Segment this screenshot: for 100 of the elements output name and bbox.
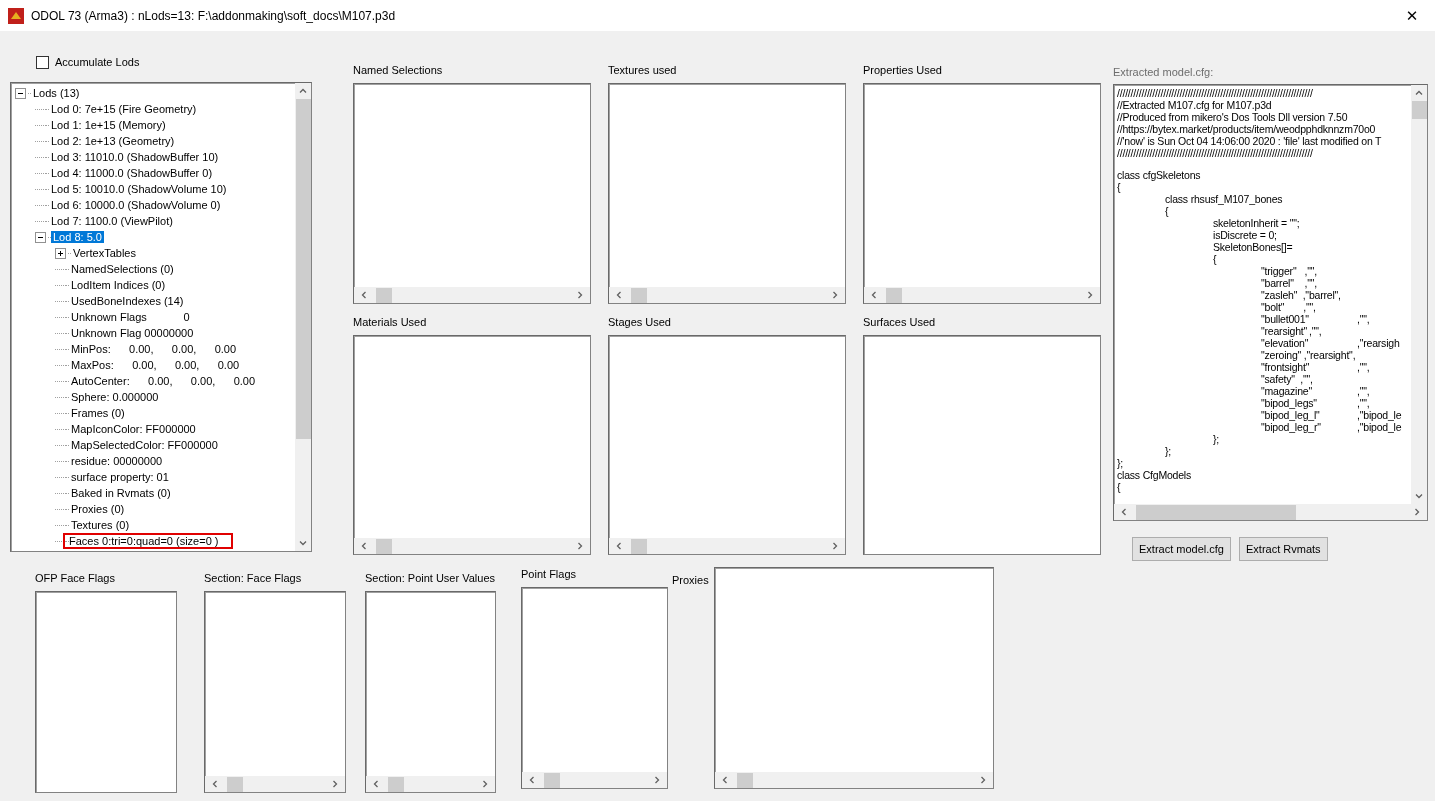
text-area[interactable] — [1113, 84, 1428, 521]
list-label: Named Selections — [353, 63, 444, 78]
tree-item[interactable]: Lod 6: 10000.0 (ShadowVolume 0) — [49, 199, 223, 211]
list-box[interactable] — [521, 587, 668, 789]
tree-item[interactable]: Lod 4: 11000.0 (ShadowBuffer 0) — [49, 167, 215, 179]
tree-item[interactable]: UsedBoneIndexes (14) — [69, 295, 186, 307]
code-line: "magazine" ,"", — [1260, 385, 1371, 398]
list-box[interactable] — [608, 335, 846, 555]
list-label: Surfaces Used — [863, 315, 937, 330]
code-line: "trigger" ,"", — [1260, 265, 1319, 278]
tree-item[interactable]: Sphere: 0.000000 — [69, 391, 161, 403]
list-label: OFP Face Flags — [35, 571, 116, 586]
tree-item[interactable]: LodItem Indices (0) — [69, 279, 168, 291]
tree-view[interactable] — [10, 82, 312, 552]
code-line: "zeroing" ,"rearsight", — [1260, 349, 1357, 362]
scrollbar-thumb[interactable] — [376, 538, 392, 554]
code-line: //Produced from mikero's Dos Tools Dll version 7.50 — [1117, 111, 1349, 124]
scrollbar-thumb[interactable] — [376, 287, 392, 303]
list-box[interactable] — [204, 591, 346, 793]
code-line: SkeletonBones[]= — [1212, 241, 1294, 254]
tree-item[interactable]: MapSelectedColor: FF000000 — [69, 439, 220, 451]
tree-item[interactable]: Unknown Flag 00000000 — [69, 327, 196, 339]
tree-item[interactable]: Lod 1: 1e+15 (Memory) — [49, 119, 168, 131]
close-button[interactable]: ✕ — [1389, 0, 1435, 31]
tree-item[interactable]: MapIconColor: FF000000 — [69, 423, 198, 435]
list-box[interactable] — [713, 567, 994, 789]
code-line: isDiscrete = 0; — [1212, 229, 1278, 242]
code-line: "elevation" ,"rearsigh — [1260, 337, 1401, 350]
code-line: class cfgSkeletons — [1117, 169, 1202, 182]
tree-item[interactable]: Lod 3: 11010.0 (ShadowBuffer 10) — [49, 151, 221, 163]
code-line: "bipod_leg_r" ,"bipod_le — [1260, 421, 1403, 434]
list-box[interactable] — [353, 83, 591, 304]
list-box[interactable] — [608, 83, 846, 304]
app-icon — [8, 7, 24, 24]
window-title: ODOL 73 (Arma3) : nLods=13: F:\addonmaking\soft_docs\M107.p3d — [31, 8, 396, 23]
extract-button[interactable]: Extract model.cfg — [1132, 537, 1231, 561]
collapse-icon[interactable] — [35, 231, 46, 243]
code-line: { — [1117, 181, 1122, 194]
checkbox-label: Accumulate Lods — [55, 56, 140, 68]
scrollbar-thumb[interactable] — [631, 287, 647, 303]
code-line: { — [1212, 253, 1218, 266]
tree-item[interactable]: Baked in Rvmats (0) — [69, 487, 173, 499]
tree-item[interactable]: NamedSelections (0) — [69, 263, 176, 275]
tree-item[interactable]: Lods (13) — [31, 87, 82, 99]
code-line: "zasleh" ,"barrel", — [1260, 289, 1342, 302]
scrollbar-thumb[interactable] — [388, 776, 404, 792]
checkbox[interactable] — [36, 55, 49, 69]
list-label: Section: Face Flags — [204, 571, 303, 586]
code-line: }; — [1117, 457, 1125, 470]
tree-item[interactable]: Unknown Flags 0 — [69, 311, 192, 323]
code-line: //Extracted M107.cfg for M107.p3d — [1117, 99, 1273, 112]
scrollbar-thumb[interactable] — [1411, 101, 1427, 120]
code-line: "bolt" ,"", — [1260, 301, 1317, 314]
extract-button[interactable]: Extract Rvmats — [1239, 537, 1328, 561]
tree-item[interactable]: Textures (0) — [69, 519, 132, 531]
code-line: { — [1117, 481, 1122, 494]
scrollbar-thumb[interactable] — [227, 776, 243, 792]
code-line: { — [1164, 205, 1170, 218]
code-line: skeletonInherit = ""; — [1212, 217, 1301, 230]
code-line: }; — [1164, 445, 1173, 458]
scrollbar-thumb[interactable] — [295, 99, 311, 439]
code-line: class rhsusf_M107_bones — [1164, 193, 1284, 206]
section-label: Extracted model.cfg: — [1113, 65, 1215, 80]
tree-item[interactable]: MinPos: 0.00, 0.00, 0.00 — [69, 343, 239, 355]
code-line: "bullet001" ,"", — [1260, 313, 1371, 326]
code-line: "rearsight" ,"", — [1260, 325, 1323, 338]
list-box[interactable] — [353, 335, 591, 555]
tree-item[interactable]: Lod 0: 7e+15 (Fire Geometry) — [49, 103, 199, 115]
list-box[interactable] — [35, 591, 177, 793]
code-line: //'now' is Sun Oct 04 14:06:00 2020 : 'file' last modified on T — [1117, 135, 1383, 148]
list-box[interactable] — [863, 83, 1101, 304]
list-label: Proxies — [672, 573, 709, 588]
list-label: Section: Point User Values — [365, 571, 496, 586]
tree-item[interactable]: residue: 00000000 — [69, 455, 165, 467]
list-label: Properties Used — [863, 63, 943, 78]
tree-item[interactable]: Lod 5: 10010.0 (ShadowVolume 10) — [49, 183, 229, 195]
scrollbar-thumb[interactable] — [736, 772, 753, 788]
list-label: Stages Used — [608, 315, 672, 330]
code-line: "bipod_legs" ,"", — [1260, 397, 1371, 410]
tree-item[interactable]: Lod 2: 1e+13 (Geometry) — [49, 135, 177, 147]
collapse-icon[interactable] — [15, 87, 26, 99]
code-line: class CfgModels — [1117, 469, 1193, 482]
scrollbar-thumb[interactable] — [1136, 504, 1296, 520]
list-box[interactable] — [365, 591, 496, 793]
scrollbar-thumb[interactable] — [886, 287, 902, 303]
tree-item[interactable]: surface property: 01 — [69, 471, 171, 483]
scrollbar-thumb[interactable] — [631, 538, 647, 554]
tree-item[interactable]: Faces 0:tri=0:quad=0 (size=0 ) — [63, 533, 233, 549]
tree-item[interactable]: AutoCenter: 0.00, 0.00, 0.00 — [69, 375, 258, 387]
code-line: "bipod_leg_l" ,"bipod_le — [1260, 409, 1403, 422]
tree-item[interactable]: Lod 8: 5.0 — [51, 231, 104, 243]
code-line: }; — [1212, 433, 1221, 446]
list-box[interactable] — [863, 335, 1101, 555]
tree-item[interactable]: Lod 7: 1100.0 (ViewPilot) — [49, 215, 175, 227]
tree-item[interactable]: Frames (0) — [69, 407, 127, 419]
tree-item[interactable]: Proxies (0) — [69, 503, 127, 515]
tree-item[interactable]: VertexTables — [71, 247, 138, 259]
scrollbar-thumb[interactable] — [544, 772, 560, 788]
expand-icon[interactable] — [55, 247, 66, 259]
tree-item[interactable]: MaxPos: 0.00, 0.00, 0.00 — [69, 359, 242, 371]
